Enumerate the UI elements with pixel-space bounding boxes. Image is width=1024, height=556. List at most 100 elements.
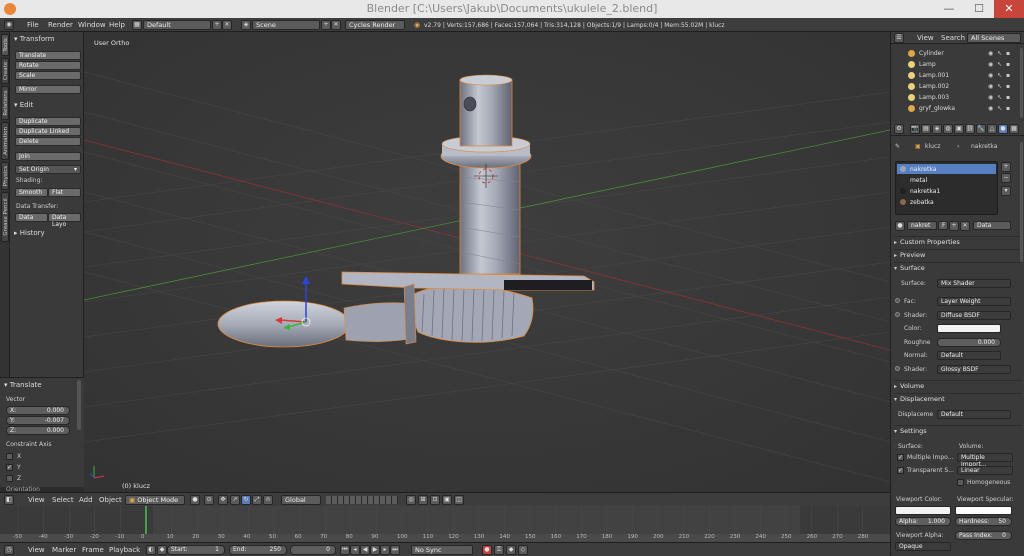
surface-section[interactable]: Surface <box>894 262 1022 274</box>
edit-panel-header[interactable]: ▾ Edit <box>14 101 33 109</box>
add-slot-icon[interactable]: + <box>1001 162 1011 172</box>
snap-element-icon[interactable]: ⊡ <box>430 495 440 505</box>
outliner-item[interactable]: gryf_glowka ◉ ↖ ▪ <box>891 103 1024 114</box>
color-swatch[interactable] <box>937 324 1001 333</box>
manipulator-icon[interactable]: ✥ <box>218 495 228 505</box>
outliner-menu-search[interactable]: Search <box>941 34 965 42</box>
layer-buttons[interactable] <box>326 496 398 504</box>
orientation-select[interactable]: Global <box>281 495 321 505</box>
keying-set-icon[interactable]: ⚿ <box>494 545 504 555</box>
scene-field[interactable]: Scene <box>252 20 320 30</box>
material-link-select[interactable]: Data <box>973 221 1011 230</box>
custom-properties-section[interactable]: Custom Properties <box>894 236 1022 248</box>
pin-icon[interactable]: ✎ <box>895 143 900 150</box>
screen-layout-icon[interactable]: ▦ <box>132 20 142 30</box>
render-camera-icon[interactable]: ▪ <box>1006 105 1010 112</box>
render-camera-icon[interactable]: ▪ <box>1006 61 1010 68</box>
smooth-button[interactable]: Smooth <box>15 188 48 197</box>
scene-icon[interactable]: ◈ <box>241 20 251 30</box>
tab-tools[interactable]: Tools <box>1 34 9 56</box>
timeline-strip[interactable] <box>0 506 890 534</box>
viewport-menu-select[interactable]: Select <box>52 496 74 504</box>
hardness-field[interactable]: Hardness: 50 <box>955 517 1012 526</box>
join-button[interactable]: Join <box>15 152 81 161</box>
maximize-button[interactable]: ☐ <box>964 0 994 18</box>
pass-index-field[interactable]: Pass Index: 0 <box>955 531 1012 540</box>
transparent-shadows-checkbox[interactable]: ✓ <box>897 467 904 474</box>
viewport-menu-add[interactable]: Add <box>79 496 93 504</box>
timeline-menu-frame[interactable]: Frame <box>82 546 104 554</box>
vector-y-field[interactable]: Y: -0.007 <box>6 416 70 425</box>
menu-help[interactable]: Help <box>109 21 125 29</box>
displacement-section[interactable]: Displacement <box>894 393 1022 405</box>
layers-tab-icon[interactable]: ▤ <box>921 124 931 134</box>
material-slot[interactable]: zebatka <box>897 197 996 207</box>
select-arrow-icon[interactable]: ↖ <box>997 61 1002 68</box>
material-slot[interactable]: metal <box>897 175 996 185</box>
render-camera-icon[interactable]: ▪ <box>1006 83 1010 90</box>
select-arrow-icon[interactable]: ↖ <box>997 105 1002 112</box>
jump-keyframe-forward-icon[interactable]: ▸ <box>380 545 390 555</box>
timeline-editor-icon[interactable]: ◷ <box>4 545 14 555</box>
timeline-ruler[interactable]: -50 -40 -30 -20 -10 0 10 20 30 40 50 60 70 80 90 100 110… <box>0 534 890 542</box>
material-slot-list[interactable]: nakretka metal nakretka1 zebatka <box>895 161 998 215</box>
jump-start-icon[interactable]: ⏮ <box>340 545 350 555</box>
material-tab-icon[interactable]: ● <box>998 124 1008 134</box>
play-reverse-icon[interactable]: ◀ <box>360 545 370 555</box>
fac-input-select[interactable]: Layer Weight <box>937 297 1011 306</box>
viewport-menu-view[interactable]: View <box>28 496 45 504</box>
mode-select[interactable]: ▣ Object Mode <box>125 495 185 505</box>
alpha-field[interactable]: Alpha: 1.000 <box>895 517 951 526</box>
pivot-icon[interactable]: ⊙ <box>204 495 214 505</box>
outliner-display-mode[interactable]: All Scenes <box>967 33 1021 43</box>
jump-keyframe-back-icon[interactable]: ◂ <box>350 545 360 555</box>
play-icon[interactable]: ▶ <box>370 545 380 555</box>
add-scene-icon[interactable]: + <box>321 20 331 30</box>
volume-sampling-select[interactable]: Multiple Import... <box>957 453 1013 468</box>
material-browse-icon[interactable]: ● <box>895 221 905 231</box>
viewport-specular-swatch[interactable] <box>955 506 1012 515</box>
constraints-tab-icon[interactable]: ⛓ <box>965 124 975 134</box>
render-camera-icon[interactable]: ▪ <box>1006 72 1010 79</box>
menu-render[interactable]: Render <box>48 21 73 29</box>
viewport-scene[interactable] <box>84 32 890 492</box>
history-panel-header[interactable]: ▸ History <box>14 229 45 237</box>
shader2-socket-icon[interactable] <box>895 366 900 371</box>
shader2-select[interactable]: Glossy BSDF <box>937 365 1011 374</box>
jump-end-icon[interactable]: ⏭ <box>390 545 400 555</box>
proportional-edit-icon[interactable]: ◎ <box>406 495 416 505</box>
data-button[interactable]: Data <box>15 213 48 222</box>
select-arrow-icon[interactable]: ↖ <box>997 83 1002 90</box>
editor-type-icon[interactable]: ◉ <box>4 20 14 30</box>
select-arrow-icon[interactable]: ↖ <box>997 72 1002 79</box>
texture-tab-icon[interactable]: ▦ <box>1009 124 1019 134</box>
object-tab-icon[interactable]: ▣ <box>954 124 964 134</box>
constraint-y-checkbox[interactable]: ✓ <box>6 464 13 471</box>
tab-physics[interactable]: Physics <box>1 162 9 190</box>
properties-scrollbar[interactable] <box>1020 142 1023 262</box>
unlink-material-icon[interactable]: ✕ <box>960 221 970 231</box>
outliner-scrollbar[interactable] <box>1020 48 1023 118</box>
roughness-field[interactable]: 0.000 <box>937 338 1001 347</box>
3d-viewport[interactable]: User Ortho (0) klucz <box>84 32 890 492</box>
outliner-item[interactable]: Cylinder ◉ ↖ ▪ <box>891 48 1024 59</box>
flat-button[interactable]: Flat <box>48 188 81 197</box>
timeline-menu-playback[interactable]: Playback <box>109 546 140 554</box>
delete-button[interactable]: Delete <box>15 137 81 146</box>
operator-panel-header[interactable]: ▾ Translate <box>4 381 42 389</box>
outliner-editor-icon[interactable]: ☰ <box>894 33 904 43</box>
set-origin-button[interactable]: Set Origin ▾ <box>15 165 81 174</box>
render-engine-select[interactable]: Cycles Render <box>345 20 405 30</box>
volume-section[interactable]: Volume <box>894 380 1022 392</box>
render-tab-icon[interactable]: 📷 <box>910 124 920 134</box>
insert-keyframe-icon[interactable]: ◆ <box>506 545 516 555</box>
material-slot[interactable]: nakretka <box>897 164 996 174</box>
surface-shader-select[interactable]: Mix Shader <box>937 279 1011 288</box>
add-layout-icon[interactable]: + <box>212 20 222 30</box>
new-material-icon[interactable]: + <box>949 221 959 231</box>
render-camera-icon[interactable]: ▪ <box>1006 50 1010 57</box>
delete-keyframe-icon[interactable]: ◇ <box>518 545 528 555</box>
tab-relations[interactable]: Relations <box>1 86 9 120</box>
visibility-eye-icon[interactable]: ◉ <box>988 83 993 90</box>
viewport-menu-object[interactable]: Object <box>99 496 122 504</box>
